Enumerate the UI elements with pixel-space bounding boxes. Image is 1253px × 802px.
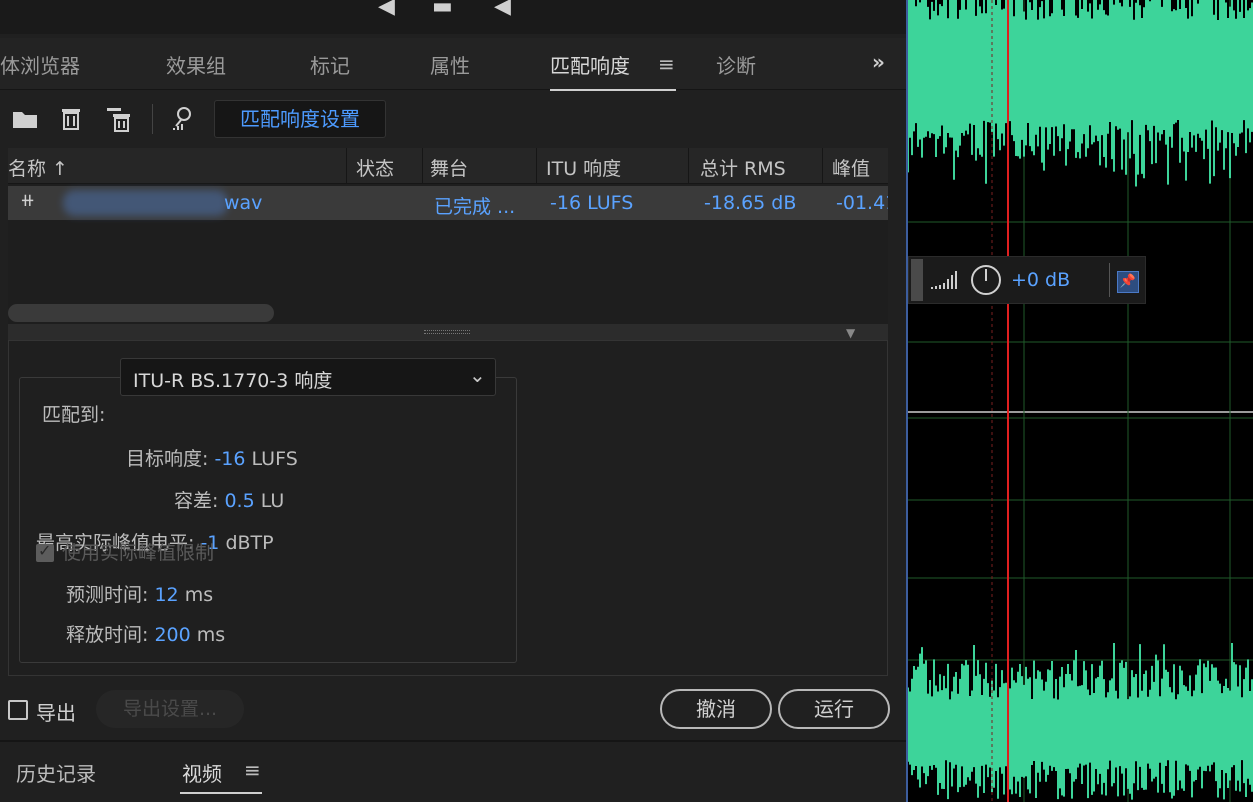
bottom-tab-bar: 历史记录 视频 ≡ (0, 740, 906, 802)
chevron-down-icon: ⌄ (469, 363, 486, 387)
cell-name: wav (224, 192, 263, 214)
transport-strip: ◀ ▬ ◀ (0, 0, 906, 34)
tab-match-loudness[interactable]: 匹配响度 (550, 50, 676, 91)
match-loudness-settings-button[interactable]: 匹配响度设置 (214, 100, 386, 138)
use-true-peak-limiter-label: 使用实际峰值限制 (62, 542, 215, 564)
release-value[interactable]: 200 (154, 624, 190, 646)
tab-effects-rack[interactable]: 效果组 (166, 50, 226, 79)
cancel-button[interactable]: 撤消 (660, 689, 772, 729)
tolerance-label: 容差: 0.5 LU (174, 490, 285, 512)
tab-diagnostics[interactable]: 诊断 (716, 50, 756, 79)
cell-stage: 已完成 ... (434, 196, 516, 218)
export-label: 导出 (36, 701, 76, 725)
waveform-display[interactable] (908, 0, 1253, 802)
run-button[interactable]: 运行 (778, 689, 890, 729)
active-tab-underline (180, 792, 262, 794)
export-checkbox[interactable] (8, 700, 28, 720)
column-stage[interactable]: 舞台 (430, 154, 468, 181)
cell-rms: -18.65 dB (704, 192, 797, 214)
hud-drag-handle[interactable] (911, 259, 923, 301)
tab-properties[interactable]: 属性 (430, 50, 470, 79)
match-to-dropdown[interactable]: ITU-R BS.1770-3 响度 ⌄ (120, 358, 496, 396)
volume-knob[interactable] (971, 265, 1001, 295)
column-itu-loudness[interactable]: ITU 响度 (546, 154, 621, 181)
column-name[interactable]: 名称 ↑ (8, 154, 68, 181)
target-loudness-label: 目标响度: -16 LUFS (126, 448, 298, 470)
horizontal-scrollbar[interactable] (8, 304, 274, 322)
table-header: 名称 ↑ 状态 舞台 ITU 响度 总计 RMS 峰值 (8, 148, 888, 184)
tab-markers[interactable]: 标记 (310, 50, 350, 79)
panel-menu-icon[interactable]: ≡ (244, 758, 261, 782)
trash-icon[interactable] (56, 104, 86, 134)
more-panels-icon[interactable]: » (872, 50, 885, 74)
lookahead-value[interactable]: 12 (154, 584, 178, 606)
splitter-grip[interactable] (424, 330, 470, 334)
release-label: 释放时间: 200 ms (66, 624, 226, 646)
tab-video[interactable]: 视频 (182, 758, 222, 787)
level-meter-icon (931, 271, 957, 289)
use-true-peak-limiter-checkbox[interactable] (36, 541, 54, 562)
column-peak[interactable]: 峰值 (832, 154, 870, 181)
column-total-rms[interactable]: 总计 RMS (700, 154, 786, 181)
export-settings-button[interactable]: 导出设置... (96, 690, 244, 728)
loudness-settings-area: 匹配到: ITU-R BS.1770-3 响度 ⌄ 目标响度: -16 LUFS… (8, 340, 888, 676)
target-loudness-value[interactable]: -16 (214, 448, 245, 470)
speaker-icon[interactable]: ◀ (494, 0, 511, 18)
volume-value[interactable]: +0 dB (1011, 269, 1070, 291)
redacted-filename (63, 190, 228, 216)
hud-separator (1109, 263, 1110, 297)
trash-all-icon[interactable] (104, 104, 134, 134)
square-icon[interactable]: ▬ (432, 0, 453, 18)
audio-file-icon: ⧺ (20, 190, 36, 211)
pin-icon[interactable]: 📌 (1117, 271, 1139, 293)
match-to-label: 匹配到: (42, 404, 106, 426)
folder-icon[interactable] (10, 104, 40, 134)
toolbar-separator (152, 104, 153, 134)
panel-splitter[interactable]: ▼ (8, 324, 888, 340)
lookahead-label: 预测时间: 12 ms (66, 584, 214, 606)
tab-history[interactable]: 历史记录 (16, 758, 96, 787)
match-loudness-panel: ◀ ▬ ◀ 体浏览器 效果组 标记 属性 匹配响度 ≡ 诊断 » 匹配响度设置 (0, 0, 906, 802)
collapse-arrow-icon[interactable]: ▼ (846, 326, 855, 340)
tolerance-value[interactable]: 0.5 (224, 490, 254, 512)
cell-itu: -16 LUFS (550, 192, 634, 214)
match-to-value: ITU-R BS.1770-3 响度 (133, 370, 333, 392)
settings-group: 匹配到: ITU-R BS.1770-3 响度 ⌄ 目标响度: -16 LUFS… (19, 358, 517, 663)
panel-menu-icon[interactable]: ≡ (658, 52, 675, 76)
tab-media-browser[interactable]: 体浏览器 (0, 50, 80, 79)
waveform-editor[interactable]: +0 dB 📌 (906, 0, 1253, 802)
table-row[interactable]: ⧺ wav 已完成 ... -16 LUFS -18.65 dB -01.41 (8, 186, 888, 220)
panel-tab-bar: 体浏览器 效果组 标记 属性 匹配响度 ≡ 诊断 » (0, 38, 906, 91)
column-status[interactable]: 状态 (356, 154, 394, 181)
hud-volume-control: +0 dB 📌 (908, 256, 1146, 304)
play-icon[interactable]: ◀ (378, 0, 395, 18)
loudness-scan-icon[interactable] (168, 104, 198, 134)
volume-value-label[interactable]: +0 dB (1011, 269, 1070, 291)
toolbar (0, 92, 906, 148)
file-table: 名称 ↑ 状态 舞台 ITU 响度 总计 RMS 峰值 ⧺ wav 已完成 ..… (8, 148, 888, 324)
cell-peak: -01.41 (836, 192, 888, 214)
